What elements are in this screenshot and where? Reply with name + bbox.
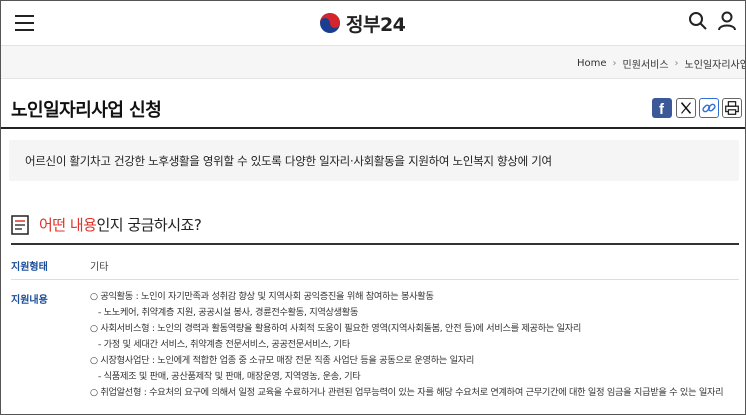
facebook-share-icon[interactable]: f — [652, 98, 672, 118]
top-header: 정부24 — [1, 1, 745, 46]
breadcrumb-civil-service[interactable]: 민원서비스 — [623, 56, 669, 71]
list-item: ○ 취업알선형 : 수요처의 요구에 의해서 일정 교육을 수료하거나 관련된 … — [90, 387, 724, 398]
taegeuk-logo-icon — [320, 13, 340, 33]
document-list-icon — [11, 214, 29, 235]
hamburger-menu-icon[interactable] — [15, 15, 34, 31]
section-heading-text: 어떤 내용인지 궁금하시죠? — [39, 214, 202, 235]
logo-text: 정부24 — [346, 13, 406, 36]
support-content-list: ○ 공익활동 : 노인이 자기만족과 성취감 향상 및 지역사회 공익증진을 위… — [90, 289, 740, 401]
site-logo[interactable]: 정부24 — [319, 10, 406, 36]
section-heading-rest: 인지 궁금하시죠? — [96, 216, 202, 234]
support-type-value: 기타 — [90, 262, 109, 273]
svg-text:f: f — [659, 101, 665, 118]
breadcrumb: Home › 민원서비스 › 노인일자리사업 신 — [577, 56, 746, 71]
search-icon[interactable] — [688, 11, 708, 31]
section-heading-highlight: 어떤 내용 — [39, 216, 97, 234]
print-icon[interactable] — [722, 98, 742, 118]
chevron-right-icon: › — [612, 58, 617, 69]
user-icon[interactable] — [717, 11, 737, 31]
list-item: ○ 사회서비스형 : 노인의 경력과 활동역량을 활용하여 사회적 도움이 필요… — [90, 323, 582, 334]
breadcrumb-current: 노인일자리사업 신 — [684, 60, 746, 71]
support-type-row: 지원형태 기타 — [11, 245, 739, 280]
support-type-label: 지원형태 — [11, 262, 48, 273]
title-row: 노인일자리사업 신청 f — [1, 79, 745, 129]
section-heading: 어떤 내용인지 궁금하시죠? — [11, 214, 202, 235]
page-title: 노인일자리사업 신청 — [11, 100, 162, 121]
page-frame: 정부24 Home › 민원서비스 › 노인일자리사업 신 노인일자리사업 신청 — [0, 0, 746, 415]
list-item: ○ 시장형사업단 : 노인에게 적합한 업종 중 소규모 매장 전문 직종 사업… — [90, 355, 475, 366]
list-item: ○ 공익활동 : 노인이 자기만족과 성취감 향상 및 지역사회 공익증진을 위… — [90, 291, 434, 302]
breadcrumb-bar: Home › 민원서비스 › 노인일자리사업 신 — [1, 46, 746, 79]
list-subitem: - 식품제조 및 판매, 공산품제작 및 판매, 매장운영, 지역영농, 운송,… — [98, 371, 361, 382]
x-share-icon[interactable] — [676, 98, 696, 118]
list-subitem: - 가정 및 세대간 서비스, 취약계층 전문서비스, 공공전문서비스, 기타 — [98, 339, 350, 350]
list-subitem: - 노노케어, 취약계층 지원, 공공시설 봉사, 경륜전수활동, 지역상생활동 — [98, 307, 359, 318]
breadcrumb-home[interactable]: Home — [577, 58, 607, 69]
summary-box: 어르신이 활기차고 건강한 노후생활을 영위할 수 있도록 다양한 일자리·사회… — [9, 140, 739, 181]
support-content-label: 지원내용 — [11, 295, 48, 306]
link-copy-icon[interactable] — [699, 98, 719, 118]
chevron-right-icon: › — [674, 58, 679, 69]
summary-text: 어르신이 활기차고 건강한 노후생활을 영위할 수 있도록 다양한 일자리·사회… — [25, 154, 552, 168]
